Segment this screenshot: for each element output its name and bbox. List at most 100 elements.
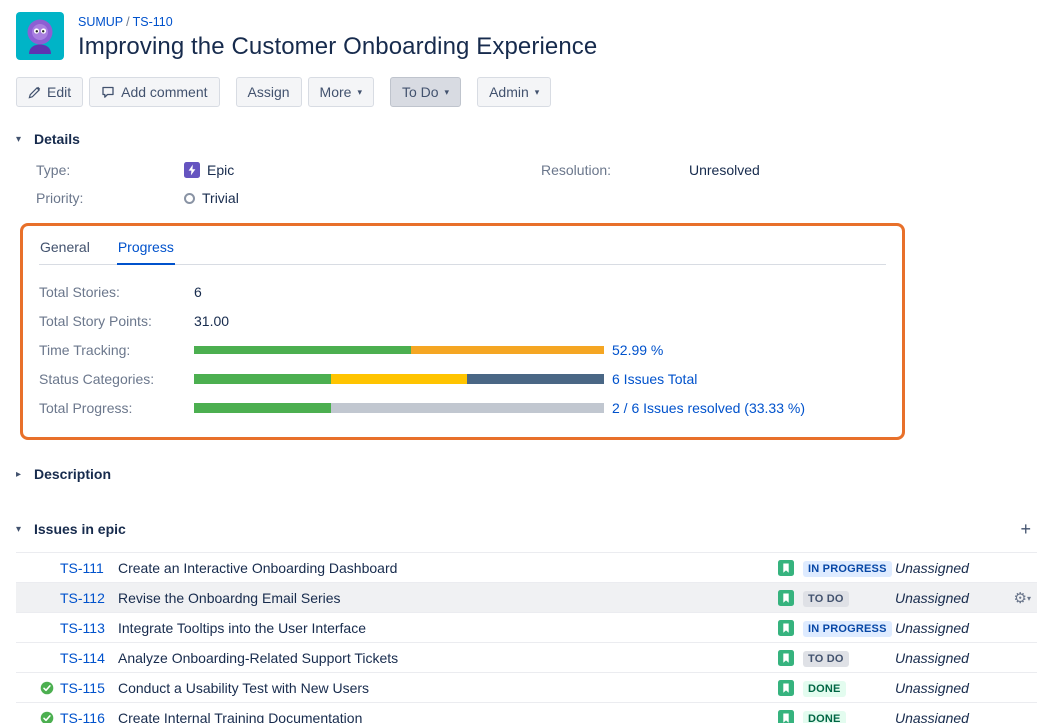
comment-icon [101,85,115,99]
time-tracking-bar [194,346,604,354]
issue-assignee: Unassigned [895,590,1001,606]
chevron-down-icon: ▾ [16,134,26,145]
breadcrumb-project-link[interactable]: SUMUP [78,15,123,29]
issues-section-header-row: ▾ Issues in epic + [16,518,1037,540]
bar-segment [194,374,331,384]
description-section-header[interactable]: ▸ Description [16,466,1037,482]
issue-row[interactable]: TS-115 Conduct a Usability Test with New… [16,673,1037,703]
issues-table: TS-111 Create an Interactive Onboarding … [16,552,1037,723]
issue-assignee: Unassigned [895,560,1001,576]
issue-key-link[interactable]: TS-115 [60,680,118,696]
bar-segment [331,374,468,384]
story-icon [778,710,794,723]
issue-row[interactable]: TS-113 Integrate Tooltips into the User … [16,613,1037,643]
add-issue-button[interactable]: + [1014,518,1037,540]
page-title: Improving the Customer Onboarding Experi… [78,33,597,61]
status-categories-row: Status Categories: 6 Issues Total [39,370,886,388]
breadcrumb-separator: / [123,15,132,29]
issues-section-title: Issues in epic [34,521,126,537]
details-left-column: Type: Epic Priority: Trivial [36,161,541,207]
issue-summary: Conduct a Usability Test with New Users [118,680,778,696]
issue-header: SUMUP/TS-110 Improving the Customer Onbo… [16,12,1037,61]
story-icon [778,620,794,636]
issue-summary: Create an Interactive Onboarding Dashboa… [118,560,778,576]
time-tracking-row: Time Tracking: 52.99 % [39,341,886,359]
status-lozenge: IN PROGRESS [803,621,892,637]
admin-button[interactable]: Admin ▾ [477,77,551,107]
bar-segment [194,403,331,413]
story-icon [778,590,794,606]
issue-key-link[interactable]: TS-116 [60,710,118,723]
issue-assignee: Unassigned [895,710,1001,723]
status-categories-link[interactable]: 6 Issues Total [612,371,697,387]
priority-field: Priority: Trivial [36,189,541,207]
details-grid: Type: Epic Priority: Trivial Resolution: [16,161,1037,207]
bar-segment [194,346,411,354]
chevron-down-icon: ▾ [535,87,540,98]
issue-row[interactable]: TS-116 Create Internal Training Document… [16,703,1037,723]
time-tracking-link[interactable]: 52.99 % [612,342,663,358]
issue-assignee: Unassigned [895,620,1001,636]
type-value: Epic [207,162,234,178]
more-button[interactable]: More ▾ [308,77,374,107]
breadcrumb-issue-link[interactable]: TS-110 [133,15,173,29]
total-stories-value: 6 [194,284,202,300]
chevron-down-icon: ▾ [16,524,26,535]
issue-row[interactable]: TS-112 Revise the Onboardng Email Series… [16,583,1037,613]
priority-label: Priority: [36,190,184,206]
total-stories-row: Total Stories: 6 [39,283,886,301]
tab-general[interactable]: General [39,232,91,264]
issue-row[interactable]: TS-114 Analyze Onboarding-Related Suppor… [16,643,1037,673]
resolution-value: Unresolved [689,162,760,178]
bar-segment [331,403,604,413]
status-transition-button[interactable]: To Do ▾ [390,77,461,107]
issue-assignee: Unassigned [895,680,1001,696]
total-progress-row: Total Progress: 2 / 6 Issues resolved (3… [39,399,886,417]
status-lozenge: IN PROGRESS [803,561,892,577]
issue-key-link[interactable]: TS-114 [60,650,118,666]
bar-segment [467,374,604,384]
resolution-field: Resolution: Unresolved [541,161,1037,179]
priority-value: Trivial [202,190,239,206]
story-icon [778,560,794,576]
resolution-label: Resolution: [541,162,689,178]
issue-key-link[interactable]: TS-111 [60,560,118,576]
total-progress-link[interactable]: 2 / 6 Issues resolved (33.33 %) [612,400,805,416]
bar-segment [411,346,604,354]
type-field: Type: Epic [36,161,541,179]
resolved-check-icon [40,681,60,695]
edit-button[interactable]: Edit [16,77,83,107]
chevron-down-icon: ▾ [357,87,362,98]
status-categories-bar [194,374,604,384]
issues-section-header[interactable]: ▾ Issues in epic [16,521,126,537]
issue-summary: Revise the Onboardng Email Series [118,590,778,606]
gear-button[interactable]: ⚙▾ [1001,589,1037,607]
details-right-column: Resolution: Unresolved [541,161,1037,207]
total-story-points-value: 31.00 [194,313,229,329]
type-label: Type: [36,162,184,178]
details-section-header[interactable]: ▾ Details [16,131,1037,147]
epic-type-icon [184,162,200,178]
issue-summary: Create Internal Training Documentation [118,710,778,723]
add-comment-button[interactable]: Add comment [89,77,219,107]
tab-progress[interactable]: Progress [117,232,175,265]
issue-view: SUMUP/TS-110 Improving the Customer Onbo… [0,0,1053,723]
details-section-title: Details [34,131,80,147]
toolbar: Edit Add comment Assign More ▾ To Do ▾ A… [16,77,1037,107]
story-icon [778,650,794,666]
progress-panel-tabs: General Progress [39,232,886,265]
gear-caret: ▾ [1027,594,1031,603]
issue-key-link[interactable]: TS-113 [60,620,118,636]
assign-button[interactable]: Assign [236,77,302,107]
issue-key-link[interactable]: TS-112 [60,590,118,606]
total-story-points-row: Total Story Points: 31.00 [39,312,886,330]
status-lozenge: TO DO [803,651,849,667]
issue-assignee: Unassigned [895,650,1001,666]
total-progress-bar [194,403,604,413]
issue-row[interactable]: TS-111 Create an Interactive Onboarding … [16,553,1037,583]
epic-avatar-icon [16,12,64,60]
story-icon [778,680,794,696]
header-text: SUMUP/TS-110 Improving the Customer Onbo… [78,12,597,61]
issue-summary: Analyze Onboarding-Related Support Ticke… [118,650,778,666]
status-lozenge: DONE [803,711,846,723]
